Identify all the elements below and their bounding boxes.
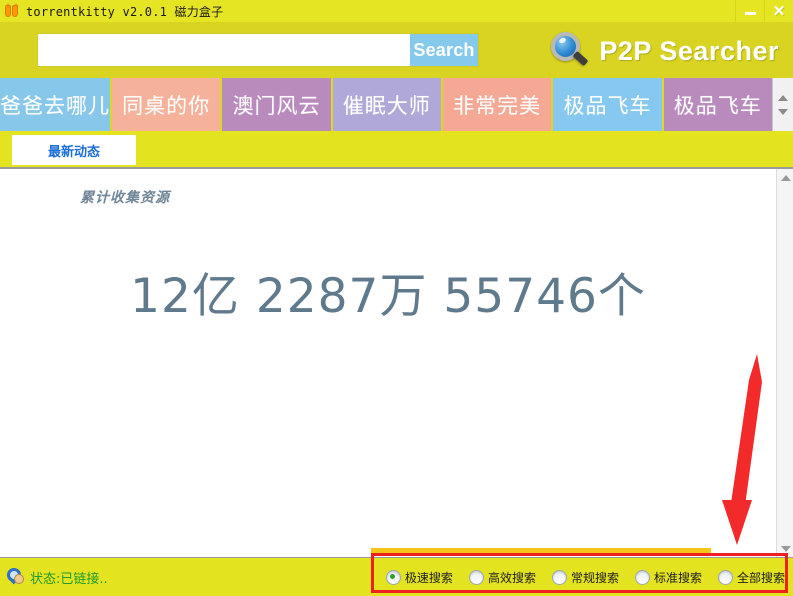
accumulated-resources-label: 累计收集资源 [80,190,170,206]
window-title: torrentkitty v2.0.1 磁力盒子 [26,4,224,19]
chevron-up-icon[interactable] [777,94,788,101]
radio-label: 常规搜索 [570,570,619,585]
content-inner: 累计收集资源 12亿 2287万 55746个 [0,169,776,557]
minimize-button[interactable] [735,0,764,22]
movie-tab-2[interactable]: 澳门风云 [222,78,333,131]
orange-divider-bar [371,548,711,555]
minimize-icon [744,12,756,15]
kitty-icon [4,3,20,19]
movie-tab-5[interactable]: 极品飞车 [553,78,664,131]
window-controls: ✕ [735,0,793,22]
tab-latest-updates[interactable]: 最新动态 [12,135,136,165]
search-input[interactable] [38,34,410,66]
movie-tab-0[interactable]: 爸爸去哪儿 [0,78,112,131]
search-band: Search P2P Searcher [0,22,793,78]
radio-label: 高效搜索 [487,570,536,585]
resource-count-value: 12亿 2287万 55746个 [130,269,646,324]
radio-label: 极速搜索 [404,570,453,585]
connection-status-icon [7,568,25,586]
radio-mode-3[interactable]: 标准搜索 [634,569,702,586]
sub-tab-row: 最新动态 [0,131,793,165]
chevron-down-icon[interactable] [777,108,788,115]
magnifier-icon [549,30,593,72]
status-text: 状态:已链接.. [30,571,108,587]
title-bar: torrentkitty v2.0.1 磁力盒子 ✕ [0,0,793,22]
radio-mode-1[interactable]: 高效搜索 [468,569,536,586]
tab-scroll-spinner[interactable] [771,78,793,131]
movie-tab-1[interactable]: 同桌的你 [112,78,223,131]
search-box: Search [38,34,478,66]
close-icon: ✕ [772,2,786,20]
radio-indicator[interactable] [634,569,650,585]
brand-title: P2P Searcher [599,35,779,66]
scroll-down-arrow-icon[interactable] [777,540,793,557]
movie-tab-strip: 爸爸去哪儿 同桌的你 澳门风云 催眠大师 非常完美 极品飞车 极品飞车 [0,78,793,131]
close-button[interactable]: ✕ [764,0,793,22]
radio-indicator[interactable] [551,569,567,585]
radio-label: 全部搜索 [736,570,785,585]
content-vertical-scrollbar[interactable] [776,169,793,557]
radio-label: 标准搜索 [653,570,702,585]
scroll-up-arrow-icon[interactable] [777,169,793,186]
radio-mode-0[interactable]: 极速搜索 [385,569,453,586]
movie-tab-3[interactable]: 催眠大师 [332,78,443,131]
search-button[interactable]: Search [410,34,478,66]
search-mode-radio-group: 极速搜索 高效搜索 常规搜索 标准搜索 全部搜索 [385,558,789,596]
radio-indicator[interactable] [468,569,484,585]
radio-mode-2[interactable]: 常规搜索 [551,569,619,586]
status-bar: 状态:已链接.. 极速搜索 高效搜索 常规搜索 标准搜索 全部搜索 [0,558,793,596]
application-window: torrentkitty v2.0.1 磁力盒子 ✕ Search P2P Se… [0,0,793,596]
brand-area: P2P Searcher [549,30,779,72]
movie-tab-6[interactable]: 极品飞车 [663,78,772,131]
content-panel: 累计收集资源 12亿 2287万 55746个 [0,167,793,558]
movie-tab-4[interactable]: 非常完美 [442,78,554,131]
radio-mode-4[interactable]: 全部搜索 [717,569,785,586]
radio-indicator[interactable] [385,569,401,585]
radio-indicator[interactable] [717,569,733,585]
